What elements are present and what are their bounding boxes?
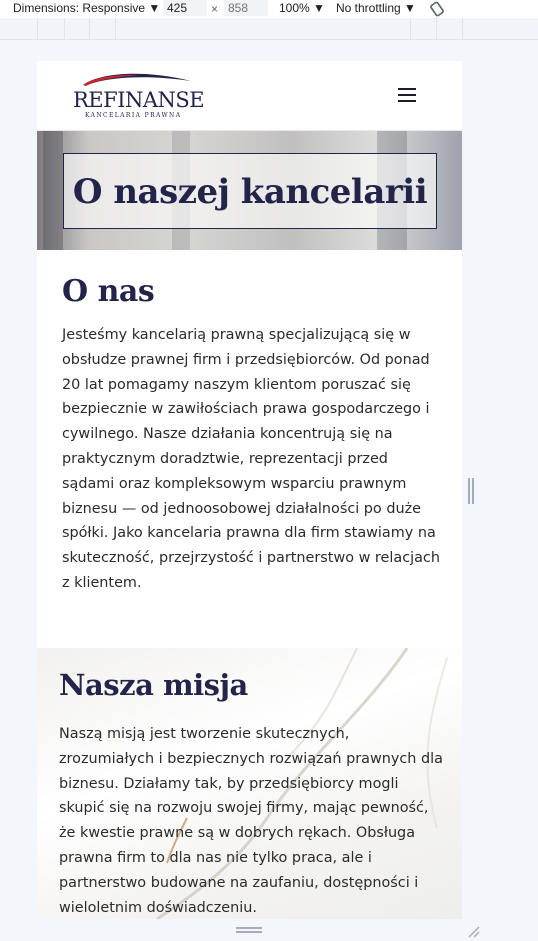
zoom-dropdown[interactable]: 100% ▼ — [279, 1, 325, 15]
mission-section: Nasza misja Naszą misją jest tworzenie s… — [37, 648, 462, 919]
about-text: Jesteśmy kancelarią prawną specjalizując… — [62, 327, 440, 591]
width-input[interactable] — [163, 0, 207, 16]
dimensions-dropdown[interactable]: Dimensions: Responsive ▼ — [13, 1, 160, 15]
media-query-ruler — [0, 18, 538, 40]
throttling-dropdown[interactable]: No throttling ▼ — [336, 1, 416, 15]
viewport-height-resize-handle[interactable] — [236, 927, 262, 933]
hero-title-box: O naszej kancelarii — [63, 153, 437, 229]
devtools-toolbar: Dimensions: Responsive ▼ × 100% ▼ No thr… — [0, 0, 538, 18]
hero-banner: O naszej kancelarii — [37, 131, 462, 250]
rotate-icon[interactable] — [429, 1, 445, 17]
about-section: O nas Jesteśmy kancelarią prawną specjal… — [37, 250, 462, 648]
logo-name: REFINANSE — [73, 88, 205, 112]
page-title: O naszej kancelarii — [72, 172, 428, 212]
mission-heading: Nasza misja — [59, 668, 248, 702]
about-heading: O nas — [62, 274, 155, 309]
hamburger-icon[interactable] — [398, 88, 416, 103]
logo-swoosh-icon — [83, 73, 191, 86]
logo-tagline: KANCELARIA PRAWNA — [85, 112, 182, 119]
page-viewport: REFINANSE KANCELARIA PRAWNA O naszej kan… — [37, 61, 462, 919]
mission-text: Naszą misją jest tworzenie skutecznych, … — [59, 726, 443, 916]
hero-column-decor — [43, 131, 63, 250]
site-header: REFINANSE KANCELARIA PRAWNA — [37, 61, 462, 131]
height-input[interactable] — [224, 0, 268, 16]
viewport-width-resize-handle[interactable] — [468, 478, 474, 504]
times-separator: × — [211, 2, 219, 16]
corner-resize-icon[interactable] — [466, 924, 480, 938]
logo[interactable]: REFINANSE KANCELARIA PRAWNA — [73, 71, 205, 121]
